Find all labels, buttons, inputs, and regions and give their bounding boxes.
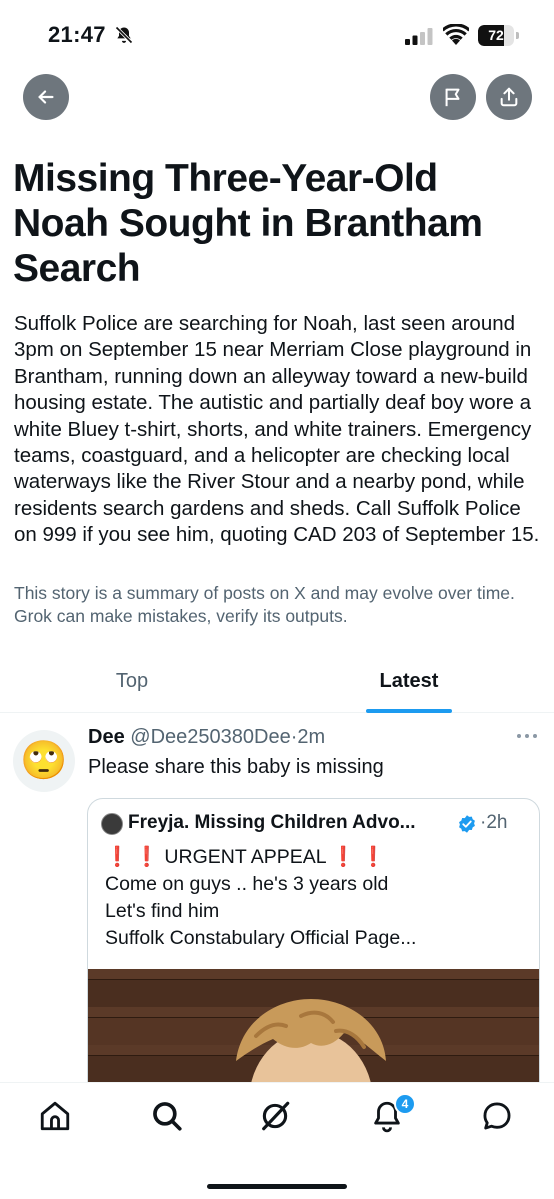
quoted-timestamp[interactable]: ·2h xyxy=(480,812,507,834)
status-bar: 21:47 72 xyxy=(0,0,554,70)
urgent-appeal-line: ❗ ❗ URGENT APPEAL ❗ ❗ xyxy=(105,844,385,871)
report-button[interactable] xyxy=(430,74,476,120)
share-icon xyxy=(500,87,518,107)
exclamation-icon: ❗ xyxy=(134,846,159,868)
post-author-handle[interactable]: @Dee250380Dee xyxy=(130,726,290,748)
quoted-post-image[interactable] xyxy=(88,969,539,1097)
more-options-icon[interactable] xyxy=(514,728,540,744)
status-time: 21:47 xyxy=(48,22,106,47)
bottom-nav: 4 xyxy=(0,1082,554,1199)
battery-indicator: 72 xyxy=(478,25,520,46)
post-author-name[interactable]: Dee xyxy=(88,726,125,748)
messages-icon xyxy=(483,1102,511,1130)
battery-level: 72 xyxy=(488,27,504,43)
quoted-author-name[interactable]: Freyja. Missing Children Advo... xyxy=(128,812,416,834)
back-button[interactable] xyxy=(23,74,69,120)
share-button[interactable] xyxy=(486,74,532,120)
quoted-time: 2h xyxy=(486,812,508,833)
tab-top[interactable]: Top xyxy=(0,655,264,713)
search-icon xyxy=(153,1102,182,1131)
story-summary: Suffolk Police are searching for Noah, l… xyxy=(14,312,540,547)
post-header: Dee @Dee250380Dee·2m xyxy=(88,726,325,749)
home-indicator xyxy=(207,1184,347,1189)
active-tab-indicator xyxy=(366,709,452,713)
verified-badge-icon xyxy=(459,815,475,833)
avatar[interactable]: 🙄 xyxy=(13,730,75,792)
bell-off-icon xyxy=(115,26,133,44)
arrow-left-icon xyxy=(38,90,54,104)
exclamation-icon: ❗ xyxy=(331,846,356,868)
post[interactable]: 🙄 Dee @Dee250380Dee·2m Please share this… xyxy=(0,714,554,1098)
nav-grok[interactable] xyxy=(258,1099,292,1133)
exclamation-icon: ❗ xyxy=(361,846,386,868)
quoted-text-line: Come on guys .. he's 3 years old xyxy=(105,873,389,895)
nav-home[interactable] xyxy=(38,1099,72,1133)
quoted-avatar[interactable] xyxy=(101,813,123,835)
exclamation-icon: ❗ xyxy=(105,846,130,868)
urgent-appeal-text: URGENT APPEAL xyxy=(164,846,326,868)
nav-messages[interactable] xyxy=(480,1099,514,1133)
home-icon xyxy=(40,1101,70,1131)
quoted-post[interactable]: Freyja. Missing Children Advo... ·2h ❗ ❗… xyxy=(87,798,540,1098)
wifi-icon xyxy=(443,24,469,45)
nav-search[interactable] xyxy=(150,1099,184,1133)
post-text: Please share this baby is missing xyxy=(88,756,384,778)
tab-latest[interactable]: Latest xyxy=(290,655,528,713)
flag-icon xyxy=(445,88,460,107)
quoted-text-line: Let's find him xyxy=(105,900,220,922)
quoted-text-line: Suffolk Constabulary Official Page... xyxy=(105,927,417,949)
grok-icon xyxy=(262,1101,290,1131)
grok-disclaimer: This story is a summary of posts on X an… xyxy=(14,583,515,626)
notification-badge: 4 xyxy=(394,1093,416,1115)
tab-bar: Top Latest xyxy=(0,655,554,713)
post-timestamp[interactable]: 2m xyxy=(297,726,325,748)
signal-icon xyxy=(405,28,433,45)
story-headline: Missing Three-Year-Old Noah Sought in Br… xyxy=(13,157,483,290)
